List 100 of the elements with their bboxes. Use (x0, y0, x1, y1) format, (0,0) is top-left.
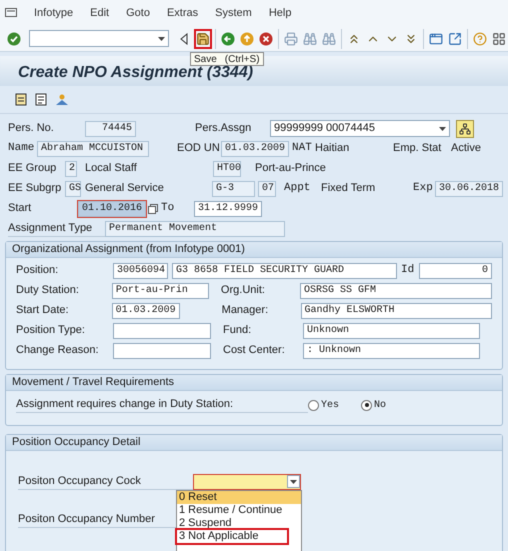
input-field[interactable]: 30.06.2018 (435, 180, 503, 196)
document-icon[interactable] (35, 93, 48, 106)
input-field[interactable]: 30056094 (113, 262, 168, 278)
input-field[interactable]: 01.03.2009 (112, 302, 180, 318)
menu-item[interactable]: Goto (126, 4, 150, 22)
dropdown-arrow-icon (439, 126, 446, 130)
document-icon[interactable] (15, 93, 28, 106)
option-label: Not Applicable (188, 529, 258, 544)
dropdown-option[interactable]: 0 Reset (177, 491, 301, 504)
dropdown-option[interactable]: 2 Suspend (177, 517, 301, 530)
field-label: Emp. Stat (393, 141, 442, 156)
input-field[interactable] (113, 322, 211, 338)
field-value: Fixed Term (321, 181, 376, 196)
field-value: Port-au-Prince (255, 161, 326, 176)
field-label: Appt (284, 181, 312, 196)
section-title: Position Occupancy Detail (12, 435, 140, 450)
input-field[interactable]: 01.03.2009 (221, 140, 289, 156)
field-label: Position: (16, 263, 60, 278)
option-label: Reset (188, 490, 217, 505)
menu-item[interactable]: Help (268, 4, 292, 22)
shortcut-icon (448, 32, 462, 46)
input-field[interactable]: 07 (258, 180, 276, 196)
input-field[interactable]: Gandhy ELSWORTH (300, 302, 492, 318)
toolbar-button[interactable] (194, 28, 212, 48)
dropdown-option[interactable]: 1 Resume / Continue (177, 504, 301, 517)
field-label: Pers.Assgn (195, 121, 252, 136)
field-label: Position Type: (16, 323, 86, 338)
hierarchy-icon (459, 122, 471, 134)
field-value: Active (451, 141, 481, 156)
dropdown-arrow-icon (290, 480, 297, 484)
field-label: Duty Station: (16, 283, 80, 298)
org-structure-button[interactable] (456, 120, 474, 138)
tooltip-shortcut: (Ctrl+S) (224, 52, 260, 64)
menu-item[interactable]: Infotype (34, 4, 74, 22)
field-value: General Service (85, 181, 165, 196)
input-field[interactable]: Unknown (303, 322, 480, 338)
option-code: 3 (179, 529, 186, 544)
menu-item[interactable]: Edit (90, 4, 110, 22)
radio-option[interactable]: No (361, 398, 386, 412)
input-field[interactable]: 01.10.2016 (78, 200, 146, 216)
input-field[interactable]: 2 (65, 160, 77, 176)
check-icon (7, 32, 21, 46)
triangle-icon (180, 32, 188, 44)
back-icon (221, 32, 235, 46)
radio-button[interactable] (361, 400, 372, 410)
input-field[interactable]: HT00 (213, 160, 241, 176)
field-value: Local Staff (85, 161, 138, 176)
input-field[interactable]: Permanent Movement (105, 220, 285, 236)
input-field[interactable]: G-3 (212, 180, 255, 196)
field-label: EE Subgrp (8, 181, 62, 196)
help-icon (473, 32, 487, 46)
input-field[interactable] (113, 342, 211, 358)
field-label: Start (8, 201, 32, 216)
screen-title: Create NPO Assignment (3344) (18, 64, 254, 82)
field-label: Change Reason: (16, 343, 100, 358)
copy-icon[interactable] (148, 204, 158, 214)
menu-item[interactable]: System (215, 4, 252, 22)
field-label: Id (401, 263, 416, 278)
input-field[interactable]: GS (65, 180, 81, 196)
input-field[interactable]: 31.12.9999 (194, 200, 262, 216)
dropdown-value: 99999999 00074445 (274, 121, 375, 136)
section-title: Organizational Assignment (from Infotype 0001) (12, 242, 245, 257)
input-field[interactable]: OSRSG SS GFM (300, 282, 492, 298)
field-label: Org.Unit: (220, 283, 266, 298)
option-code: 0 (179, 490, 186, 505)
window-menu-icon[interactable] (5, 8, 17, 18)
find-next-icon (322, 32, 336, 46)
field-label: Name (8, 141, 36, 156)
tooltip-title: Save (194, 52, 217, 64)
input-field[interactable]: 74445 (85, 120, 136, 136)
radio-option[interactable]: Yes (308, 398, 361, 412)
exit-icon (240, 32, 254, 46)
input-field[interactable]: : Unknown (303, 342, 480, 358)
dropdown-option[interactable]: 3 Not Applicable (177, 530, 287, 543)
field-label: Pers. No. (8, 121, 55, 136)
option-code: 2 (179, 516, 186, 531)
field-label: Manager: (222, 303, 270, 318)
option-label: Resume / Continue (188, 503, 282, 518)
print-icon (284, 32, 298, 46)
field-value: Haitian (315, 141, 350, 156)
field-label: Cost Center: (223, 343, 286, 358)
dropdown-field[interactable]: 99999999 00074445 (270, 120, 450, 137)
field-label: Start Date: (16, 303, 70, 318)
field-label: Fund: (223, 323, 252, 338)
field-label: To (161, 201, 176, 216)
command-field[interactable] (29, 30, 169, 47)
input-field[interactable]: G3 8658 FIELD SECURITY GUARD (172, 262, 397, 278)
dropdown-field[interactable] (193, 474, 301, 490)
field-label: Exp (413, 181, 434, 196)
field-label: EE Group (8, 161, 58, 176)
field-label: NAT (292, 141, 313, 156)
cancel-icon (259, 32, 273, 46)
input-field[interactable]: 0 (419, 262, 492, 278)
input-field[interactable]: Port-au-Prin (112, 282, 209, 298)
find-icon (303, 32, 317, 46)
input-field[interactable]: Abraham MCCUISTON (37, 140, 149, 156)
radio-button[interactable] (308, 400, 319, 410)
menu-item[interactable]: Extras (166, 4, 198, 22)
person-icon[interactable] (55, 93, 69, 106)
option-code: 1 (179, 503, 186, 518)
